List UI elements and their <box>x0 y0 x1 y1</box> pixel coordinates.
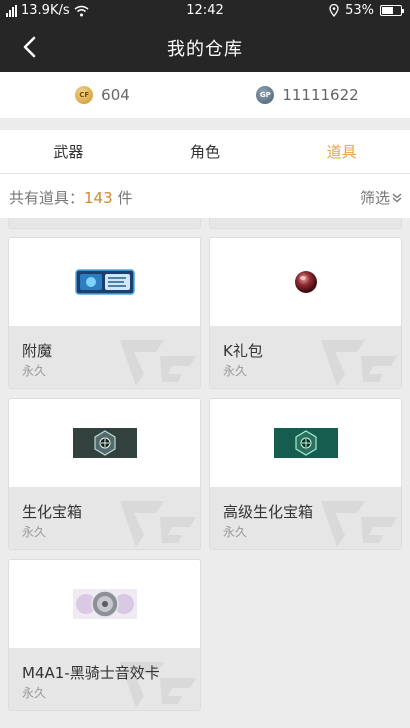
item-grid: 附魔 永久 K礼包 永久 生化宝箱 永久 高级生化宝箱 永久 M4A1-黑骑士音… <box>0 218 410 728</box>
item-count: 共有道具：143 件 <box>9 187 132 208</box>
gp-points: GP 11111622 <box>205 72 410 118</box>
advanced-bio-box-icon <box>273 428 338 458</box>
item-info: 附魔 永久 <box>9 326 200 388</box>
cf-watermark-icon <box>321 501 397 547</box>
bio-box-icon <box>72 428 137 458</box>
item-count-prefix: 共有道具： <box>9 189 85 207</box>
item-image <box>9 238 200 326</box>
item-card[interactable]: 附魔 永久 <box>8 237 201 389</box>
item-info: 高级生化宝箱 永久 <box>210 487 401 549</box>
cf-watermark-icon <box>321 340 397 386</box>
item-duration: 永久 <box>22 525 47 539</box>
item-name: M4A1-黑骑士音效卡 <box>22 664 160 682</box>
header: 我的仓库 <box>0 22 410 72</box>
item-info: K礼包 永久 <box>210 326 401 388</box>
tab-weapons[interactable]: 武器 <box>0 130 137 173</box>
tab-items[interactable]: 道具 <box>273 130 410 173</box>
item-card[interactable]: 生化宝箱 永久 <box>8 398 201 550</box>
cf-watermark-icon <box>120 501 196 547</box>
item-info: M4A1-黑骑士音效卡 永久 <box>9 648 200 710</box>
item-image <box>210 238 401 326</box>
item-image <box>9 399 200 487</box>
item-image <box>210 399 401 487</box>
filter-label: 筛选 <box>359 189 390 207</box>
item-card[interactable]: 高级生化宝箱 永久 <box>209 398 402 550</box>
battery-icon <box>380 5 404 16</box>
item-image <box>9 560 200 648</box>
double-chevron-down-icon <box>392 192 402 202</box>
gp-points-value: 11111622 <box>282 86 359 104</box>
battery-percent: 53% <box>345 3 374 18</box>
item-count-unit: 件 <box>117 189 133 207</box>
cf-points-value: 604 <box>101 86 130 104</box>
page-title: 我的仓库 <box>167 39 243 60</box>
cf-watermark-icon <box>120 340 196 386</box>
filter-button[interactable]: 筛选 <box>360 187 402 208</box>
status-bar: 13.9K/s 12:42 53% <box>0 0 410 22</box>
item-name: 生化宝箱 <box>22 503 83 521</box>
currency-bar: CF 604 GP 11111622 <box>0 72 410 118</box>
item-duration: 永久 <box>22 686 47 700</box>
enchant-scroll-icon <box>74 269 135 295</box>
partial-card <box>209 218 402 229</box>
item-card[interactable]: M4A1-黑骑士音效卡 永久 <box>8 559 201 711</box>
cf-coin-icon: CF <box>75 86 94 104</box>
cf-points: CF 604 <box>0 72 205 118</box>
category-tabs: 武器 角色 道具 <box>0 130 410 174</box>
partial-card <box>8 218 201 229</box>
status-right: 53% <box>329 3 404 18</box>
gp-coin-icon: GP <box>256 86 275 104</box>
item-card[interactable]: K礼包 永久 <box>209 237 402 389</box>
item-info: 生化宝箱 永久 <box>9 487 200 549</box>
item-duration: 永久 <box>22 364 47 378</box>
sound-card-icon <box>72 589 137 619</box>
item-duration: 永久 <box>223 364 248 378</box>
location-icon <box>329 4 339 17</box>
tab-characters[interactable]: 角色 <box>137 130 274 173</box>
item-name: K礼包 <box>223 342 263 360</box>
item-count-number: 143 <box>84 189 113 207</box>
item-name: 高级生化宝箱 <box>223 503 314 521</box>
gift-orb-icon <box>294 271 317 293</box>
item-duration: 永久 <box>223 525 248 539</box>
summary-bar: 共有道具：143 件 筛选 <box>0 174 410 218</box>
item-name: 附魔 <box>22 342 53 360</box>
